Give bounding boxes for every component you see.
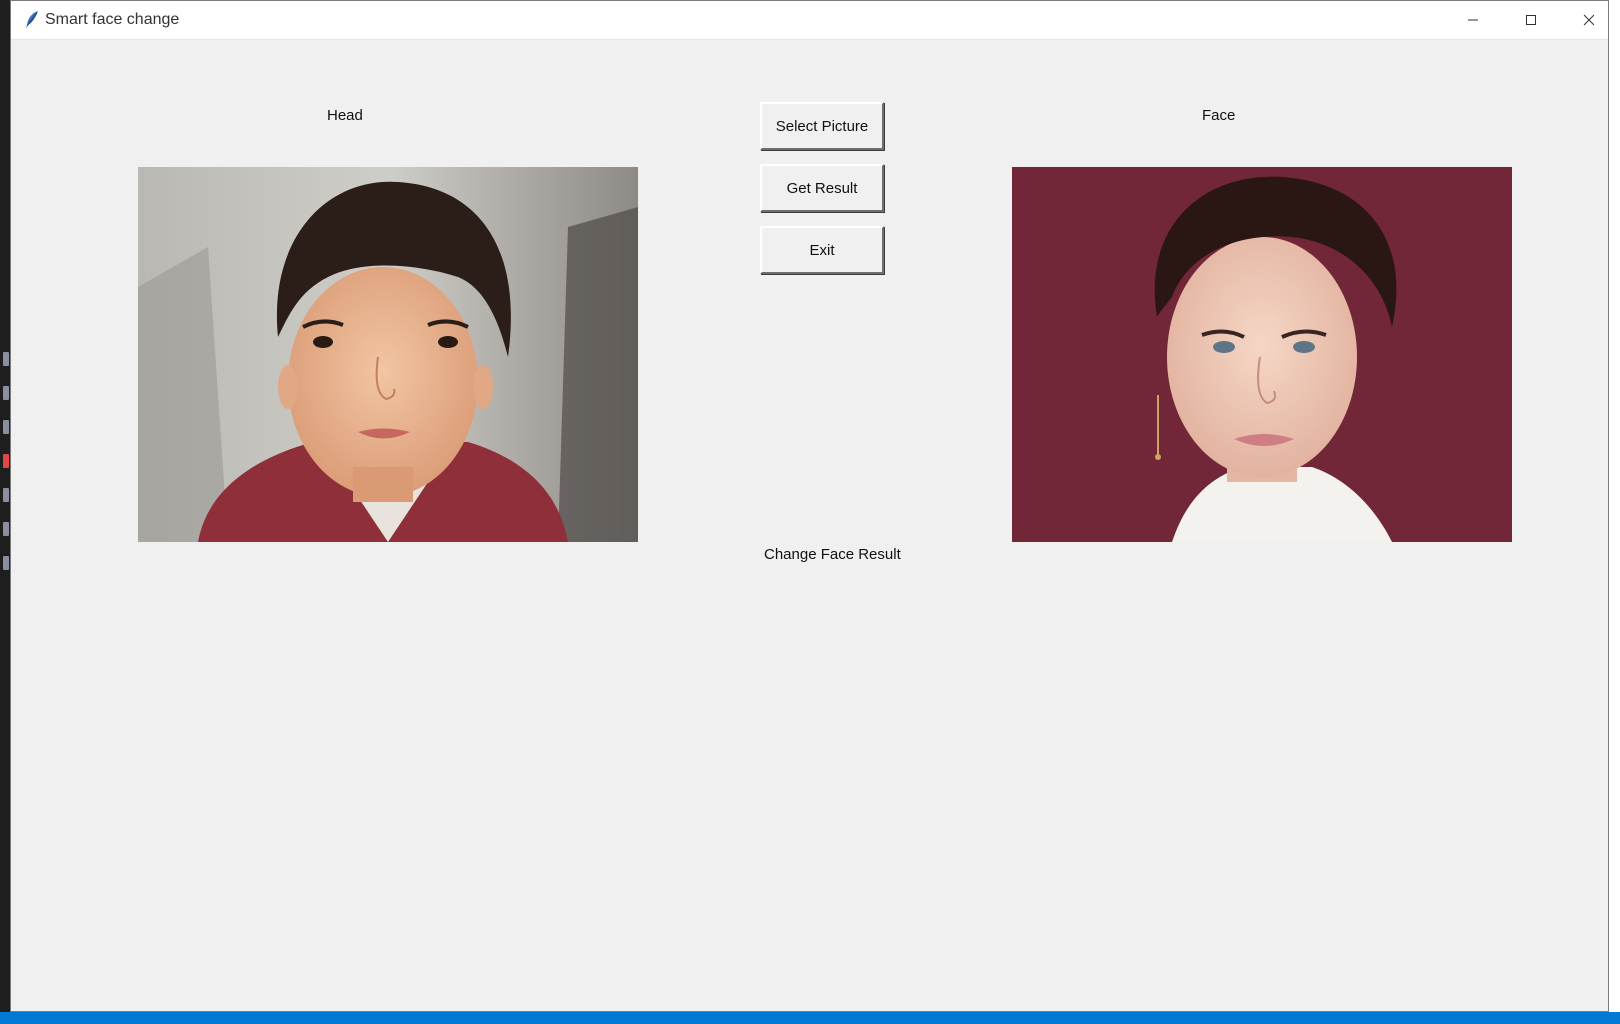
exit-button[interactable]: Exit bbox=[760, 226, 884, 274]
minimize-icon bbox=[1468, 19, 1478, 21]
get-result-button[interactable]: Get Result bbox=[760, 164, 884, 212]
head-image bbox=[138, 167, 638, 542]
close-icon bbox=[1583, 14, 1595, 26]
maximize-button[interactable] bbox=[1502, 1, 1560, 39]
editor-marker bbox=[3, 420, 9, 434]
editor-marker bbox=[3, 488, 9, 502]
editor-marker bbox=[3, 522, 9, 536]
app-window: Smart face change Head Face Select Pictu… bbox=[10, 0, 1609, 1012]
woman-portrait-image bbox=[1012, 167, 1512, 542]
close-button[interactable] bbox=[1560, 1, 1618, 39]
face-image bbox=[1012, 167, 1512, 542]
window-title: Smart face change bbox=[45, 11, 180, 28]
select-picture-button[interactable]: Select Picture bbox=[760, 102, 884, 150]
change-face-result-label: Change Face Result bbox=[764, 546, 901, 563]
editor-marker bbox=[3, 454, 9, 468]
background-window-strip bbox=[1609, 0, 1620, 1024]
head-label: Head bbox=[327, 107, 363, 124]
child-portrait-image bbox=[138, 167, 638, 542]
minimize-button[interactable] bbox=[1444, 1, 1502, 39]
feather-icon bbox=[23, 10, 41, 30]
editor-marker bbox=[3, 386, 9, 400]
editor-marker bbox=[3, 352, 9, 366]
title-bar[interactable]: Smart face change bbox=[11, 1, 1608, 40]
editor-marker bbox=[3, 556, 9, 570]
face-label: Face bbox=[1202, 107, 1236, 124]
maximize-icon bbox=[1526, 15, 1536, 25]
background-statusbar bbox=[0, 1012, 1620, 1024]
